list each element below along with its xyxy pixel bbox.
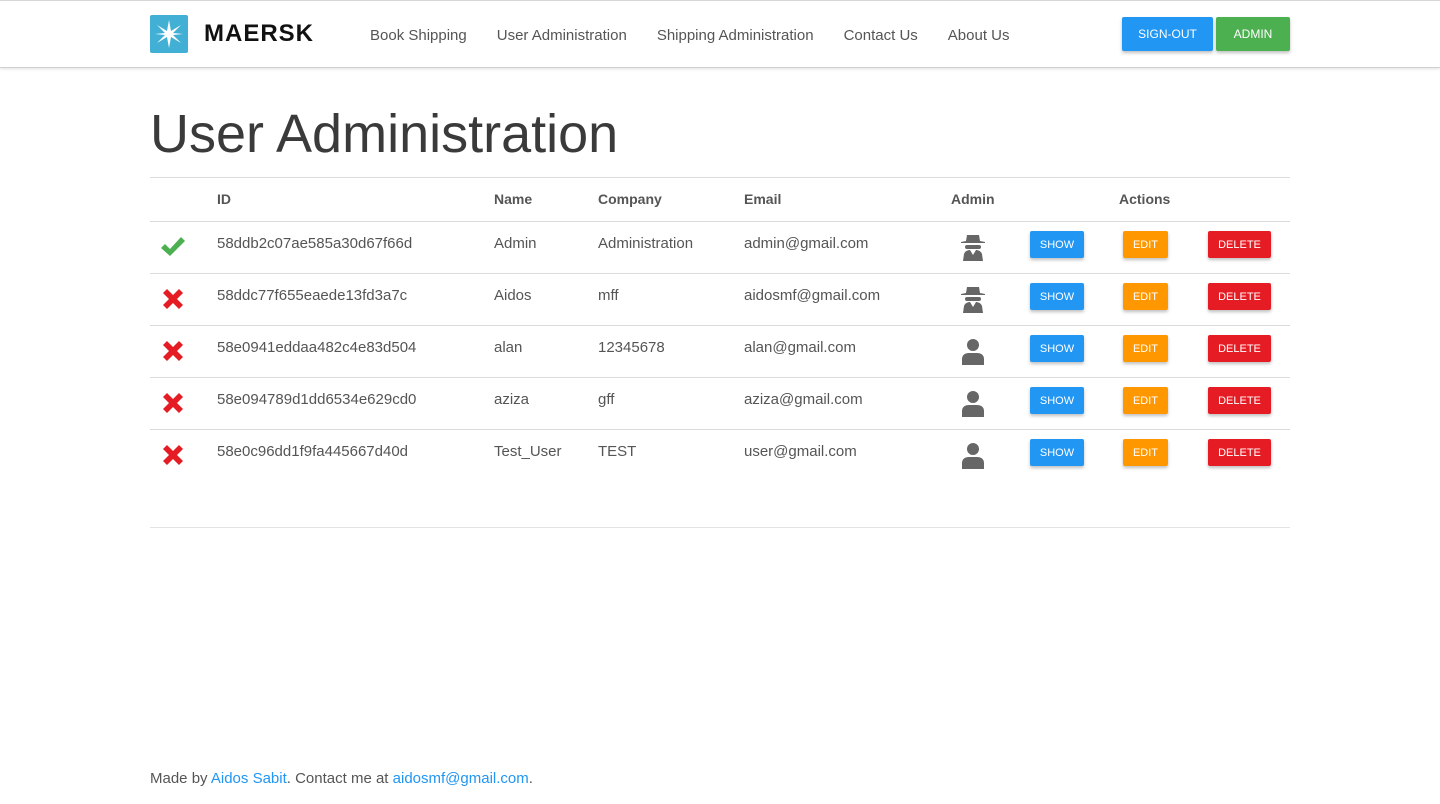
user-name: Aidos bbox=[494, 287, 532, 304]
divider bbox=[150, 527, 1290, 528]
spy-icon bbox=[961, 287, 985, 313]
spy-icon bbox=[961, 235, 985, 261]
edit-button[interactable]: EDIT bbox=[1123, 283, 1168, 310]
nav-shipping-administration[interactable]: Shipping Administration bbox=[657, 27, 814, 44]
user-id: 58ddb2c07ae585a30d67f66d bbox=[217, 235, 413, 252]
table-row: 58e0c96dd1f9fa445667d40d Test_User TEST … bbox=[150, 430, 1290, 482]
author-link[interactable]: Aidos Sabit bbox=[211, 770, 287, 787]
column-header-name: Name bbox=[494, 191, 533, 207]
delete-button[interactable]: DELETE bbox=[1208, 439, 1271, 466]
show-button[interactable]: SHOW bbox=[1030, 231, 1084, 258]
table-row: 58ddc77f655eaede13fd3a7c Aidos mff aidos… bbox=[150, 274, 1290, 326]
top-navbar: MAERSK Book Shipping User Administration… bbox=[0, 0, 1440, 68]
delete-button[interactable]: DELETE bbox=[1208, 387, 1271, 414]
user-id: 58e0c96dd1f9fa445667d40d bbox=[217, 443, 409, 460]
column-header-company: Company bbox=[598, 191, 662, 207]
edit-button[interactable]: EDIT bbox=[1123, 231, 1168, 258]
footer-prefix: Made by bbox=[150, 770, 211, 787]
cross-icon bbox=[163, 289, 183, 309]
nav-book-shipping[interactable]: Book Shipping bbox=[370, 27, 467, 44]
user-name: Test_User bbox=[494, 443, 562, 460]
delete-button[interactable]: DELETE bbox=[1208, 231, 1271, 258]
table-header: ID Name Company Email Admin Actions bbox=[150, 178, 1290, 222]
user-id: 58e0941eddaa482c4e83d504 bbox=[217, 339, 417, 356]
cross-icon bbox=[163, 445, 183, 465]
footer: Made by Aidos Sabit. Contact me at aidos… bbox=[150, 770, 533, 787]
edit-button[interactable]: EDIT bbox=[1123, 439, 1168, 466]
column-header-actions: Actions bbox=[1119, 191, 1171, 207]
user-icon bbox=[962, 391, 984, 417]
cross-icon bbox=[163, 341, 183, 361]
brand-logo[interactable]: MAERSK bbox=[150, 15, 314, 53]
admin-button[interactable]: ADMIN bbox=[1216, 17, 1290, 51]
contact-email-link[interactable]: aidosmf@gmail.com bbox=[393, 770, 529, 787]
column-header-id: ID bbox=[217, 191, 231, 207]
user-company: TEST bbox=[598, 443, 637, 460]
user-icon bbox=[962, 443, 984, 469]
check-icon bbox=[161, 237, 185, 256]
show-button[interactable]: SHOW bbox=[1030, 335, 1084, 362]
show-button[interactable]: SHOW bbox=[1030, 387, 1084, 414]
user-company: 12345678 bbox=[598, 339, 665, 356]
user-email: aidosmf@gmail.com bbox=[744, 287, 881, 304]
user-company: gff bbox=[598, 391, 615, 408]
user-name: aziza bbox=[494, 391, 530, 408]
sign-out-button[interactable]: SIGN-OUT bbox=[1122, 17, 1213, 51]
page-title: User Administration bbox=[150, 104, 619, 164]
footer-suffix: . bbox=[528, 770, 533, 787]
user-email: admin@gmail.com bbox=[744, 235, 869, 252]
column-header-admin: Admin bbox=[951, 191, 995, 207]
brand-name: MAERSK bbox=[204, 20, 315, 47]
table-row: 58e0941eddaa482c4e83d504 alan 12345678 a… bbox=[150, 326, 1290, 378]
user-email: aziza@gmail.com bbox=[744, 391, 863, 408]
main-nav: Book Shipping User Administration Shippi… bbox=[370, 1, 1039, 69]
user-email: user@gmail.com bbox=[744, 443, 857, 460]
user-email: alan@gmail.com bbox=[744, 339, 856, 356]
show-button[interactable]: SHOW bbox=[1030, 439, 1084, 466]
column-header-email: Email bbox=[744, 191, 782, 207]
user-name: Admin bbox=[494, 235, 537, 252]
footer-middle: . Contact me at bbox=[286, 770, 393, 787]
nav-user-administration[interactable]: User Administration bbox=[497, 27, 627, 44]
table-row: 58ddb2c07ae585a30d67f66d Admin Administr… bbox=[150, 222, 1290, 274]
user-company: mff bbox=[598, 287, 619, 304]
user-icon bbox=[962, 339, 984, 365]
table-row: 58e094789d1dd6534e629cd0 aziza gff aziza… bbox=[150, 378, 1290, 430]
user-name: alan bbox=[494, 339, 523, 356]
user-id: 58e094789d1dd6534e629cd0 bbox=[217, 391, 417, 408]
delete-button[interactable]: DELETE bbox=[1208, 335, 1271, 362]
cross-icon bbox=[163, 393, 183, 413]
user-company: Administration bbox=[598, 235, 694, 252]
delete-button[interactable]: DELETE bbox=[1208, 283, 1271, 310]
edit-button[interactable]: EDIT bbox=[1123, 335, 1168, 362]
nav-contact-us[interactable]: Contact Us bbox=[844, 27, 918, 44]
nav-about-us[interactable]: About Us bbox=[948, 27, 1010, 44]
show-button[interactable]: SHOW bbox=[1030, 283, 1084, 310]
user-id: 58ddc77f655eaede13fd3a7c bbox=[217, 287, 408, 304]
edit-button[interactable]: EDIT bbox=[1123, 387, 1168, 414]
maersk-star-icon bbox=[150, 15, 188, 53]
